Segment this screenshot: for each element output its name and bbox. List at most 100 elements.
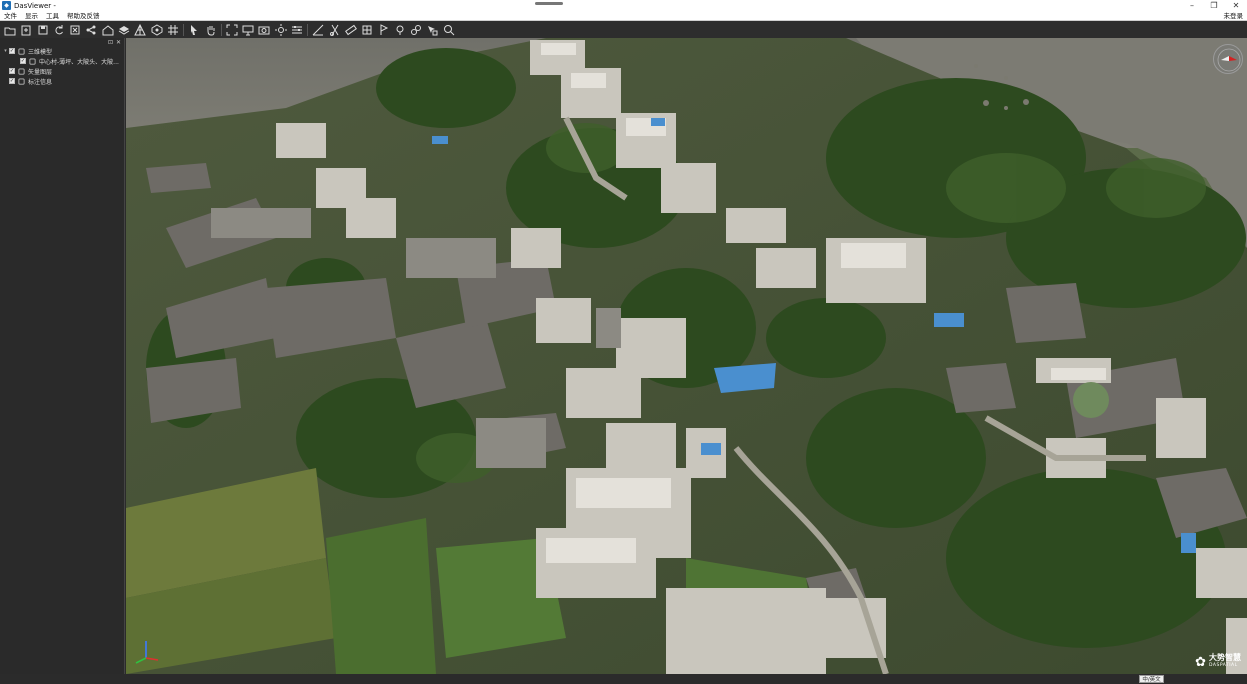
save-button[interactable] [36, 23, 50, 37]
ruler-icon [344, 24, 357, 35]
layer-checkbox[interactable]: ✓ [9, 78, 15, 84]
pointer-query-icon [428, 25, 438, 35]
vector-layer-icon [18, 67, 25, 75]
menu-display[interactable]: 显示 [21, 11, 42, 21]
monitor-icon [242, 25, 254, 35]
share-button[interactable] [84, 23, 98, 37]
login-status[interactable]: 未登录 [1224, 11, 1244, 21]
title-bar: ◆ DasViewer - – ❐ ✕ [0, 0, 1247, 11]
cursor-select-icon [191, 24, 198, 35]
ruler-button[interactable] [344, 23, 358, 37]
cursor-select-button[interactable] [187, 23, 201, 37]
refresh-icon [55, 24, 63, 34]
pan-hand-icon [207, 25, 215, 35]
sliders-button[interactable] [290, 23, 304, 37]
float-panel-button[interactable]: ⊡ [108, 39, 113, 46]
drag-handle[interactable] [535, 2, 563, 5]
grid-button[interactable] [166, 23, 180, 37]
open-file-icon [21, 25, 31, 35]
layer-checkbox[interactable]: ✓ [9, 68, 15, 74]
window-title: DasViewer - [14, 1, 56, 10]
lighting-button[interactable] [274, 23, 288, 37]
volume-icon [362, 25, 372, 34]
pond [1073, 382, 1109, 418]
menu-help[interactable]: 帮助及反馈 [63, 11, 104, 21]
save-icon [38, 25, 48, 34]
measure-icon [312, 24, 324, 35]
open-folder-button[interactable] [3, 23, 17, 37]
screenshot-button[interactable] [257, 23, 271, 37]
layer-tree-item[interactable]: ✓ 矢量图层 [0, 66, 124, 76]
expand-toggle[interactable]: ▾ [2, 48, 9, 54]
grid-icon [167, 24, 178, 35]
close-scene-icon [70, 25, 80, 34]
toolbar [0, 21, 1247, 38]
close-button[interactable]: ✕ [1225, 0, 1247, 11]
triangle-mesh-button[interactable] [133, 23, 147, 37]
model-icon [151, 23, 163, 36]
toolbar-separator [220, 23, 222, 36]
axis-gizmo-icon [135, 641, 159, 664]
menu-bar: 文件 显示 工具 帮助及反馈 未登录 [0, 11, 1247, 21]
flight-button[interactable] [409, 23, 423, 37]
logo-flower-icon: ✿ [1195, 654, 1206, 670]
layer-tree-item[interactable]: ▾ ✓ 三维模型 [0, 46, 124, 56]
pin-icon [396, 25, 404, 35]
pointer-query-button[interactable] [425, 23, 439, 37]
clip-icon [329, 24, 339, 36]
window-controls: – ❐ ✕ [1181, 0, 1247, 11]
toolbar-separator [307, 23, 309, 36]
logo-cn: 大势智慧 [1209, 653, 1241, 662]
sliders-icon [292, 25, 303, 33]
3d-viewport[interactable]: ✿ 大势智慧 DASPATIAL [126, 38, 1247, 674]
layers-button[interactable] [117, 23, 131, 37]
pan-hand-button[interactable] [204, 23, 218, 37]
compass-icon[interactable] [1213, 44, 1243, 74]
flight-icon [411, 24, 422, 35]
layer-label: 中心村-薄坪、大陂头、大陂... [39, 58, 119, 66]
layer-tree-item[interactable]: ✓ 中心村-薄坪、大陂头、大陂... [0, 56, 124, 66]
zoom-query-icon [443, 24, 455, 35]
close-scene-button[interactable] [68, 23, 82, 37]
layers-icon [118, 25, 130, 35]
layer-tree-item[interactable]: ✓ 标注信息 [0, 76, 124, 86]
layer-checkbox[interactable]: ✓ [9, 48, 15, 54]
restore-button[interactable]: ❐ [1203, 0, 1225, 11]
layer-checkbox[interactable]: ✓ [20, 58, 26, 64]
flag-icon [380, 23, 388, 35]
monitor-button[interactable] [241, 23, 255, 37]
daspatial-logo: ✿ 大势智慧 DASPATIAL [1195, 654, 1241, 670]
language-toggle[interactable]: 中/英文 [1139, 675, 1164, 683]
flag-button[interactable] [377, 23, 391, 37]
logo-en: DASPATIAL [1209, 663, 1238, 668]
layer-panel: ⊡ ✕ ▾ ✓ 三维模型 ✓ 中心村-薄坪、大陂头、大陂... ✓ 矢量图层 ✓ 标注信息 [0, 38, 125, 678]
home-button[interactable] [101, 23, 115, 37]
fullscreen-button[interactable] [225, 23, 239, 37]
refresh-button[interactable] [52, 23, 66, 37]
measure-button[interactable] [311, 23, 325, 37]
close-panel-button[interactable]: ✕ [116, 39, 121, 46]
menu-tools[interactable]: 工具 [42, 11, 63, 21]
aerial-scene [126, 38, 1247, 674]
model-icon [18, 47, 25, 55]
pin-button[interactable] [393, 23, 407, 37]
model-file-icon [29, 57, 36, 65]
layer-label: 三维模型 [28, 48, 53, 56]
triangle-mesh-icon [134, 23, 147, 35]
open-file-button[interactable] [19, 23, 33, 37]
menu-file[interactable]: 文件 [0, 11, 21, 21]
clip-button[interactable] [328, 23, 342, 37]
app-window: ◆ DasViewer - – ❐ ✕ 文件 显示 工具 帮助及反馈 未登录 ⊡… [0, 0, 1247, 684]
toolbar-separator [183, 23, 185, 36]
zoom-query-button[interactable] [442, 23, 456, 37]
model-button[interactable] [150, 23, 164, 37]
fullscreen-icon [226, 24, 238, 35]
layer-label: 标注信息 [28, 78, 53, 86]
volume-button[interactable] [360, 23, 374, 37]
home-icon [102, 24, 114, 35]
lighting-icon [274, 23, 287, 36]
minimize-button[interactable]: – [1181, 0, 1203, 11]
screenshot-icon [258, 26, 270, 34]
app-logo-icon: ◆ [2, 1, 11, 10]
annotation-icon [18, 77, 25, 85]
